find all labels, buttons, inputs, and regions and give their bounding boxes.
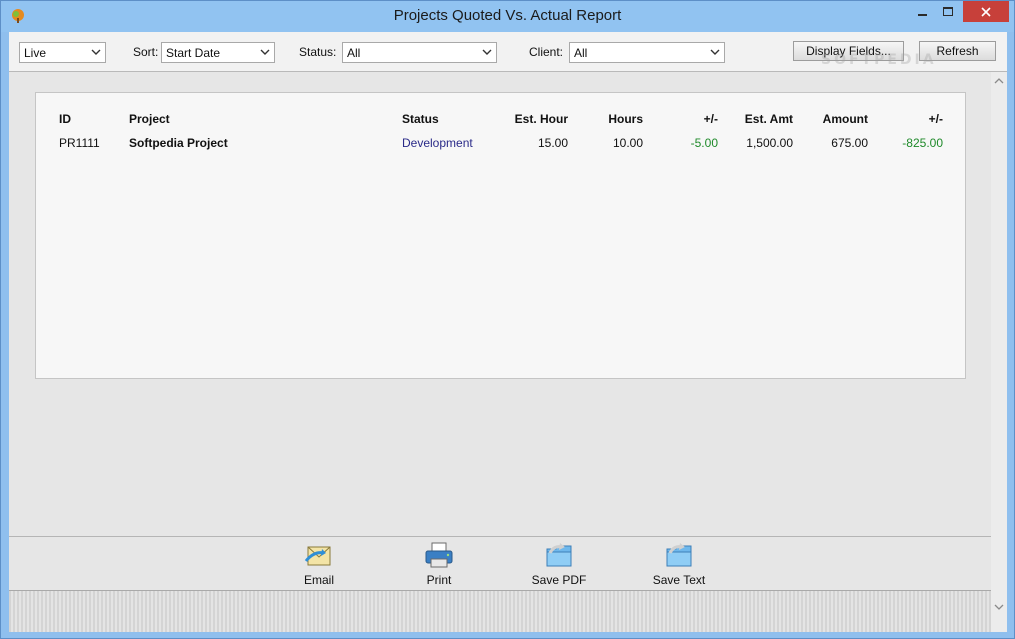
printer-icon bbox=[425, 542, 453, 568]
client-label: Client: bbox=[529, 45, 564, 59]
filter-toolbar: Live Sort: Start Date Status: All Client… bbox=[9, 32, 1007, 72]
window-title: Projects Quoted Vs. Actual Report bbox=[393, 7, 622, 24]
scroll-up-icon[interactable] bbox=[994, 76, 1004, 86]
column-header-amount: Amount bbox=[822, 112, 868, 126]
column-header-hours-diff: +/- bbox=[703, 112, 718, 126]
cell-project[interactable]: Softpedia Project bbox=[129, 136, 228, 150]
email-label: Email bbox=[303, 573, 334, 587]
email-icon bbox=[304, 546, 331, 566]
email-button[interactable]: Email bbox=[284, 541, 354, 587]
column-header-status: Status bbox=[402, 112, 439, 126]
sort-select-value: Start Date bbox=[166, 46, 221, 60]
print-label: Print bbox=[426, 573, 452, 587]
minimize-button[interactable] bbox=[909, 1, 935, 22]
view-select[interactable]: Live bbox=[19, 42, 106, 63]
column-header-hours: Hours bbox=[608, 112, 643, 126]
save-text-button[interactable]: Save Text bbox=[644, 541, 714, 587]
cell-est-amt: 1,500.00 bbox=[746, 136, 793, 150]
column-header-amount-diff: +/- bbox=[928, 112, 943, 126]
watermark: SOFTPEDIA bbox=[821, 52, 937, 68]
status-label: Status: bbox=[299, 45, 337, 59]
save-pdf-icon bbox=[546, 543, 572, 567]
cell-status[interactable]: Development bbox=[402, 136, 473, 150]
action-bar: Email Print Save PDF Save Text bbox=[9, 536, 991, 590]
sort-label: Sort: bbox=[133, 45, 159, 59]
title-bar[interactable]: Projects Quoted Vs. Actual Report bbox=[1, 1, 1014, 32]
chevron-down-icon bbox=[710, 49, 720, 55]
save-pdf-button[interactable]: Save PDF bbox=[524, 541, 594, 587]
chevron-down-icon bbox=[260, 49, 270, 55]
status-footer bbox=[9, 590, 991, 632]
column-header-est-amt: Est. Amt bbox=[744, 112, 793, 126]
report-table: ID Project Status Est. Hour Hours +/- Es… bbox=[35, 92, 966, 379]
vertical-scrollbar[interactable] bbox=[991, 72, 1007, 632]
print-button[interactable]: Print bbox=[404, 541, 474, 587]
close-icon bbox=[981, 6, 991, 17]
maximize-icon bbox=[943, 7, 953, 16]
client-select[interactable]: All bbox=[569, 42, 725, 63]
cell-hours: 10.00 bbox=[612, 136, 643, 150]
column-header-est-hour: Est. Hour bbox=[514, 112, 568, 126]
chevron-down-icon bbox=[482, 49, 492, 55]
client-select-value: All bbox=[574, 46, 588, 60]
view-select-value: Live bbox=[24, 46, 47, 60]
sort-select[interactable]: Start Date bbox=[161, 42, 275, 63]
scroll-down-icon[interactable] bbox=[994, 602, 1004, 612]
status-select-value: All bbox=[347, 46, 361, 60]
save-text-icon bbox=[666, 543, 692, 567]
column-header-project: Project bbox=[129, 112, 170, 126]
cell-est-hour: 15.00 bbox=[537, 136, 568, 150]
column-header-id: ID bbox=[59, 112, 71, 126]
save-text-label: Save Text bbox=[652, 573, 706, 587]
cell-hours-diff: -5.00 bbox=[690, 136, 718, 150]
status-select[interactable]: All bbox=[342, 42, 497, 63]
cell-amount: 675.00 bbox=[831, 136, 868, 150]
cell-amount-diff: -825.00 bbox=[902, 136, 943, 150]
close-button[interactable] bbox=[963, 1, 1009, 22]
maximize-button[interactable] bbox=[935, 1, 961, 22]
client-area: Live Sort: Start Date Status: All Client… bbox=[9, 32, 1007, 632]
save-pdf-label: Save PDF bbox=[531, 573, 587, 587]
cell-id: PR1111 bbox=[59, 136, 100, 150]
app-window: Projects Quoted Vs. Actual Report Live S… bbox=[0, 0, 1015, 639]
minimize-icon bbox=[917, 13, 927, 16]
chevron-down-icon bbox=[91, 49, 101, 55]
